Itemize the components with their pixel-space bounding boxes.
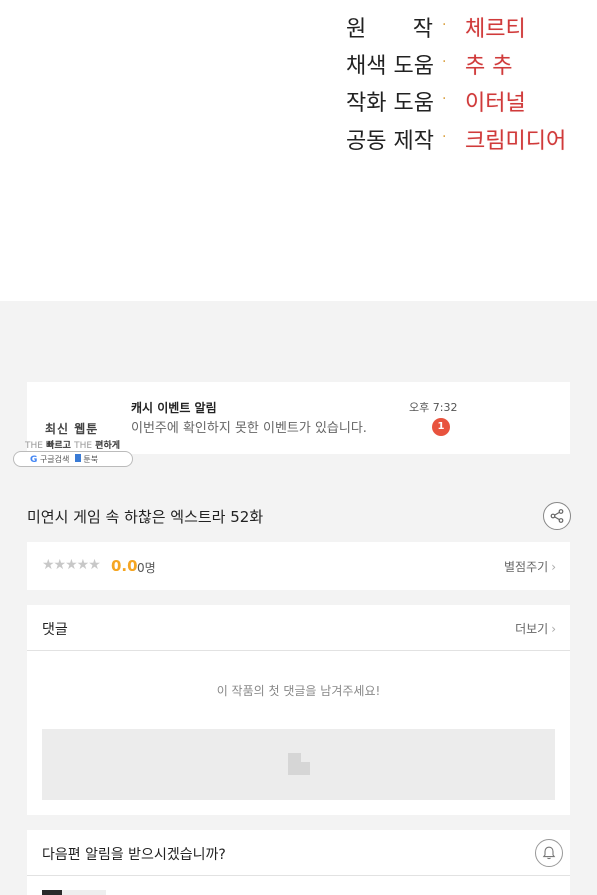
rating-count: 0명	[137, 561, 156, 575]
rate-button-label: 별점주기	[504, 560, 549, 574]
ad-title: 최신 웹툰	[45, 422, 99, 436]
comments-empty-message: 이 작품의 첫 댓글을 남겨주세요!	[216, 684, 381, 698]
credit-row-original: 원 작 · 체르티	[346, 11, 586, 42]
ad-slogan-the: THE	[25, 441, 43, 451]
image-placeholder-icon	[288, 753, 310, 775]
rate-button[interactable]: 별점주기 ›	[504, 558, 556, 575]
chevron-right-icon: ›	[551, 560, 556, 574]
event-title: 캐시 이벤트 알림	[131, 401, 217, 415]
event-description: 이번주에 확인하지 못한 이벤트가 있습니다.	[131, 421, 367, 436]
share-icon	[550, 509, 564, 523]
credit-row-coloring: 채색 도움 · 추 추	[346, 48, 586, 79]
notify-question: 다음편 알림을 받으시겠습니까?	[42, 847, 226, 863]
chevron-right-icon: ›	[551, 622, 556, 636]
bell-icon	[542, 846, 556, 860]
comments-more-button[interactable]: 더보기 ›	[515, 620, 556, 637]
rating-stars: ★★★★★	[42, 557, 101, 573]
comment-input-area[interactable]	[42, 729, 555, 800]
google-search: G 구글검색	[30, 454, 69, 465]
credit-role: 공동 제작	[346, 129, 434, 154]
credit-separator: ·	[442, 91, 447, 107]
credit-separator: ·	[442, 129, 447, 145]
share-button[interactable]	[543, 502, 571, 530]
notify-bell-button[interactable]	[535, 839, 563, 867]
credit-name: 체르티	[465, 17, 526, 42]
google-search-label: 구글검색	[39, 454, 70, 464]
more-label: 더보기	[515, 622, 549, 636]
episode-title: 미연시 게임 속 하찮은 엑스트라 52화	[27, 508, 264, 526]
ad-slogan-fast: 빠르고	[46, 441, 71, 451]
comments-header: 댓글 더보기 ›	[27, 605, 570, 651]
credit-role: 원 작	[346, 17, 433, 42]
credit-name: 추 추	[465, 54, 513, 79]
credit-separator: ·	[442, 17, 447, 33]
notify-row: 다음편 알림을 받으시겠습니까?	[27, 830, 570, 876]
next-episode-thumbnail[interactable]	[42, 890, 106, 895]
event-notice-banner[interactable]: 최신 웹툰 THE 빠르고 THE 편하게 G 구글검색 툰북 캐시 이벤트 알…	[13, 382, 570, 467]
credit-role: 작화 도움	[346, 91, 434, 116]
credit-name: 크림미디어	[465, 129, 567, 154]
brand-label-wrap: 툰북	[75, 453, 99, 465]
ad-slogan-the: THE	[74, 441, 93, 451]
book-icon	[75, 453, 82, 462]
brand-label: 툰북	[83, 454, 99, 464]
notify-panel: 다음편 알림을 받으시겠습니까?	[27, 830, 570, 895]
credit-role: 채색 도움	[346, 54, 434, 79]
credit-separator: ·	[442, 54, 447, 70]
rating-panel: ★★★★★ 0.0 0명 별점주기 ›	[27, 542, 570, 590]
google-icon: G	[30, 454, 38, 465]
comments-panel: 댓글 더보기 › 이 작품의 첫 댓글을 남겨주세요!	[27, 605, 570, 815]
event-time: 오후 7:32	[409, 401, 458, 414]
credit-row-production: 공동 제작 · 크림미디어	[346, 123, 586, 154]
rating-score: 0.0	[111, 557, 138, 575]
credit-row-drawing: 작화 도움 · 이터널	[346, 85, 586, 116]
comic-credits: 원 작 · 체르티 채색 도움 · 추 추 작화 도움 · 이터널 공동 제작 …	[0, 0, 597, 301]
event-count-badge: 1	[432, 418, 450, 436]
ad-slogan-easy: 편하게	[95, 441, 121, 451]
comments-label: 댓글	[42, 622, 68, 638]
credit-name: 이터널	[465, 91, 526, 116]
ad-slogan: THE 빠르고 THE 편하게	[25, 438, 120, 451]
ad-search-pill[interactable]: G 구글검색 툰북	[13, 451, 133, 467]
